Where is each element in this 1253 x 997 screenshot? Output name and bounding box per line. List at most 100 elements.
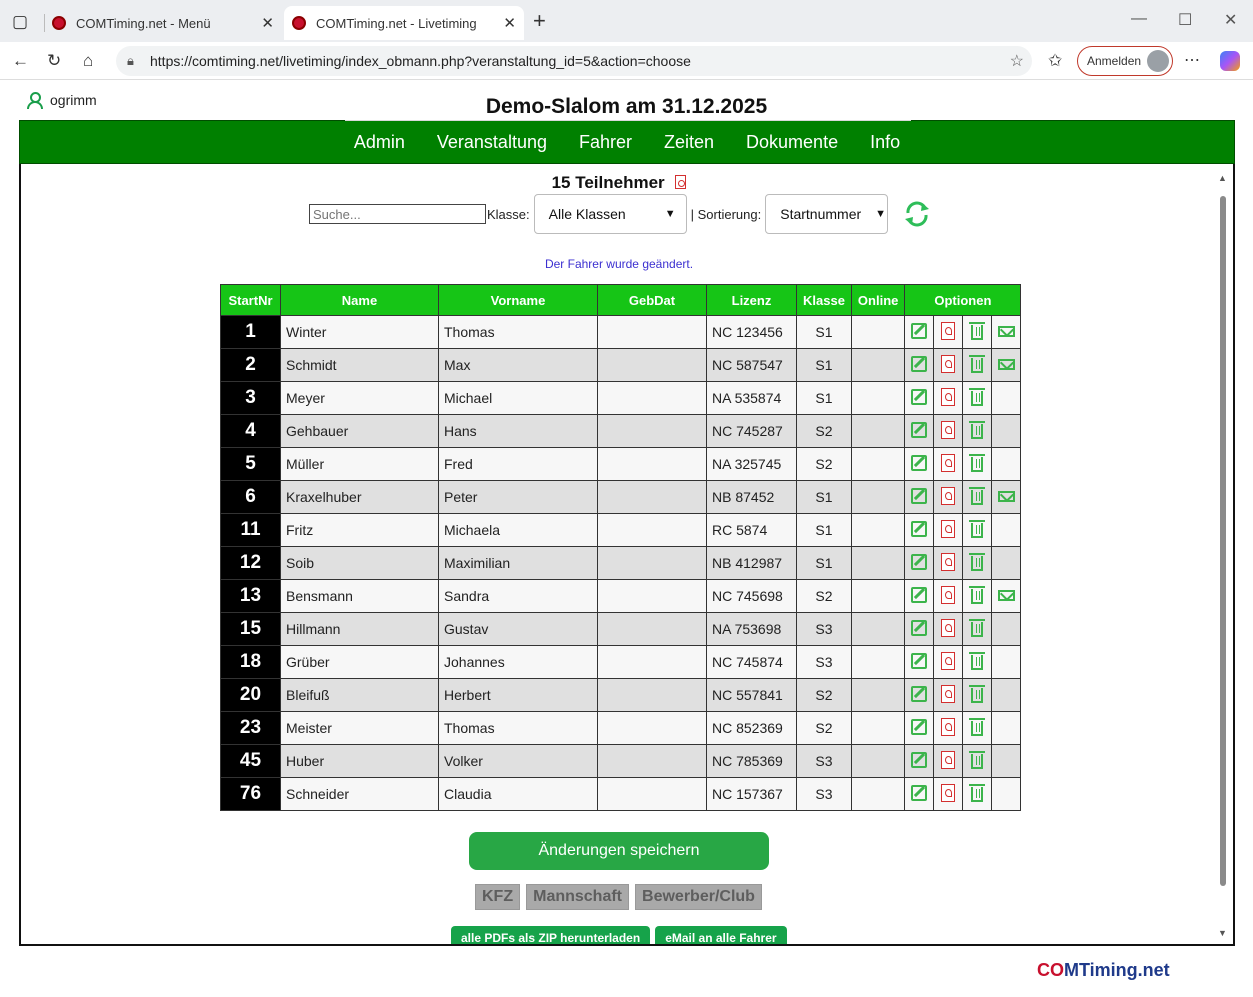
nav-info[interactable]: Info: [854, 132, 916, 153]
edit-icon[interactable]: [911, 553, 928, 570]
close-tab-icon[interactable]: ✕: [503, 14, 516, 32]
class-select[interactable]: Alle Klassen ▼: [533, 194, 687, 234]
edit-icon[interactable]: [911, 652, 928, 669]
minimize-icon[interactable]: —: [1131, 10, 1147, 28]
nav-dokumente[interactable]: Dokumente: [730, 132, 854, 153]
mannschaft-button[interactable]: Mannschaft: [526, 884, 630, 910]
save-changes-button[interactable]: Änderungen speichern: [469, 832, 769, 870]
trash-icon[interactable]: [969, 453, 986, 472]
close-tab-icon[interactable]: ✕: [261, 14, 274, 32]
pdf-icon[interactable]: [941, 717, 956, 736]
edit-icon[interactable]: [911, 487, 928, 504]
pdf-icon[interactable]: [941, 651, 956, 670]
vertical-scrollbar[interactable]: ▲ ▼: [1218, 168, 1228, 940]
mail-icon[interactable]: [997, 359, 1015, 370]
tab-livetiming[interactable]: COMTiming.net - Livetiming ✕: [284, 6, 524, 40]
scroll-thumb[interactable]: [1220, 196, 1226, 886]
col-startnr[interactable]: StartNr: [220, 284, 281, 316]
trash-icon[interactable]: [969, 321, 986, 340]
driver-birthdate: [597, 348, 707, 382]
trash-icon[interactable]: [969, 486, 986, 505]
trash-icon[interactable]: [969, 585, 986, 604]
edit-icon[interactable]: [911, 520, 928, 537]
nav-veranstaltung[interactable]: Veranstaltung: [421, 132, 563, 153]
mail-icon[interactable]: [997, 326, 1015, 337]
search-input[interactable]: [309, 204, 486, 224]
reload-icon[interactable]: ↻: [47, 51, 61, 71]
pdf-icon[interactable]: [941, 486, 956, 505]
edit-icon[interactable]: [911, 421, 928, 438]
option-cell: [904, 612, 935, 646]
pdf-icon[interactable]: [941, 519, 956, 538]
trash-icon[interactable]: [969, 519, 986, 538]
favorite-star-icon[interactable]: ☆: [1010, 51, 1024, 71]
edit-icon[interactable]: [911, 718, 928, 735]
nav-admin[interactable]: Admin: [338, 132, 421, 153]
col-klasse[interactable]: Klasse: [796, 284, 852, 316]
maximize-icon[interactable]: ☐: [1178, 10, 1192, 30]
trash-icon[interactable]: [969, 420, 986, 439]
back-icon[interactable]: ←: [12, 51, 29, 71]
edit-icon[interactable]: [911, 322, 928, 339]
bewerber-club-button[interactable]: Bewerber/Club: [635, 884, 762, 910]
pdf-icon[interactable]: [941, 387, 956, 406]
pdf-icon[interactable]: [941, 453, 956, 472]
trash-icon[interactable]: [969, 783, 986, 802]
edit-icon[interactable]: [911, 685, 928, 702]
nav-zeiten[interactable]: Zeiten: [648, 132, 730, 153]
sort-select[interactable]: Startnummer ▼: [765, 194, 889, 234]
home-icon[interactable]: ⌂: [83, 51, 93, 71]
trash-icon[interactable]: [969, 717, 986, 736]
copilot-icon[interactable]: [1220, 51, 1240, 71]
trash-icon[interactable]: [969, 618, 986, 637]
edit-icon[interactable]: [911, 355, 928, 372]
trash-icon[interactable]: [969, 552, 986, 571]
pdf-icon[interactable]: [941, 321, 956, 340]
pdf-icon[interactable]: [941, 750, 956, 769]
mail-icon[interactable]: [997, 491, 1015, 502]
edit-icon[interactable]: [911, 784, 928, 801]
trash-icon[interactable]: [969, 651, 986, 670]
mail-icon[interactable]: [997, 590, 1015, 601]
nav-fahrer[interactable]: Fahrer: [563, 132, 648, 153]
col-gebdat[interactable]: GebDat: [597, 284, 707, 316]
pdf-icon[interactable]: [675, 175, 687, 189]
signin-label: Anmelden: [1087, 54, 1142, 68]
trash-icon[interactable]: [969, 750, 986, 769]
scroll-up-icon[interactable]: ▲: [1218, 173, 1227, 183]
col-vorname[interactable]: Vorname: [438, 284, 598, 316]
col-lizenz[interactable]: Lizenz: [706, 284, 797, 316]
close-window-icon[interactable]: ✕: [1224, 10, 1237, 30]
tab-actions-icon[interactable]: ▢: [12, 12, 28, 32]
signin-button[interactable]: Anmelden: [1077, 46, 1173, 76]
pdf-icon[interactable]: [941, 420, 956, 439]
url-field[interactable]: 🔒︎ https://comtiming.net/livetiming/inde…: [116, 46, 1032, 76]
col-name[interactable]: Name: [280, 284, 439, 316]
tab-menu[interactable]: COMTiming.net - Menü ✕: [44, 6, 282, 40]
edit-icon[interactable]: [911, 586, 928, 603]
more-menu-icon[interactable]: ⋯: [1184, 50, 1200, 70]
edit-icon[interactable]: [911, 454, 928, 471]
pdf-icon[interactable]: [941, 585, 956, 604]
new-tab-icon[interactable]: +: [533, 8, 546, 34]
kfz-button[interactable]: KFZ: [475, 884, 521, 910]
scroll-down-icon[interactable]: ▼: [1218, 928, 1227, 938]
driver-firstname: Sandra: [438, 579, 598, 613]
pdf-icon[interactable]: [941, 618, 956, 637]
trash-icon[interactable]: [969, 387, 986, 406]
col-online[interactable]: Online: [850, 284, 906, 316]
edit-icon[interactable]: [911, 388, 928, 405]
favorites-icon[interactable]: ✩: [1048, 51, 1062, 71]
trash-icon[interactable]: [969, 354, 986, 373]
refresh-icon[interactable]: [902, 199, 932, 229]
pdf-icon[interactable]: [941, 783, 956, 802]
mail-all-button[interactable]: eMail an alle Fahrer: [655, 926, 787, 944]
pdf-icon[interactable]: [941, 552, 956, 571]
trash-icon[interactable]: [969, 684, 986, 703]
edit-icon[interactable]: [911, 619, 928, 636]
lock-icon[interactable]: 🔒︎: [127, 53, 134, 69]
edit-icon[interactable]: [911, 751, 928, 768]
pdf-icon[interactable]: [941, 684, 956, 703]
pdf-icon[interactable]: [941, 354, 956, 373]
zip-download-button[interactable]: alle PDFs als ZIP herunterladen: [451, 926, 651, 944]
